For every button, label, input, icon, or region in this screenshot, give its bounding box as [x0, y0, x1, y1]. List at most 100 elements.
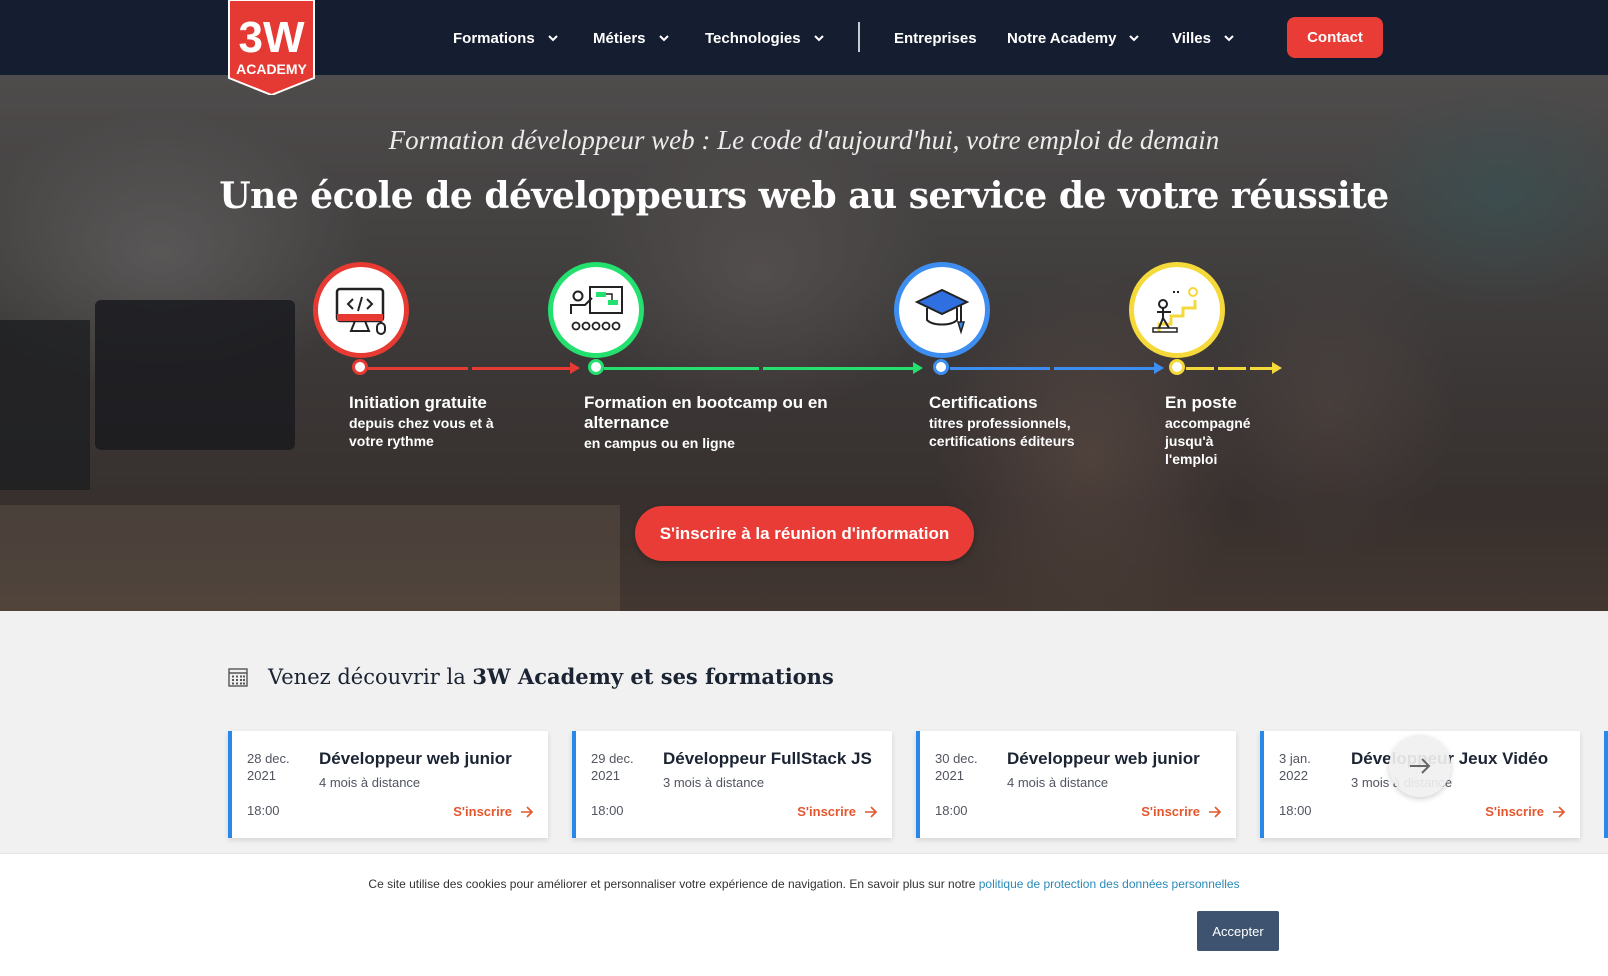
- hero-banner: Formation développeur web : Le code d'au…: [0, 75, 1608, 611]
- nav-technologies[interactable]: Technologies: [705, 27, 825, 49]
- event-title: Développeur web junior: [319, 749, 512, 768]
- nav-technologies-label: Technologies: [705, 29, 801, 47]
- timeline-arrow-icon: [913, 362, 923, 374]
- register-info-meeting-button[interactable]: S'inscrire à la réunion d'information: [635, 506, 974, 561]
- code-monitor-icon: [335, 287, 386, 335]
- arrow-right-icon: [521, 805, 534, 818]
- step-title: Formation en bootcamp ou en alternance: [584, 393, 828, 432]
- step-description: depuis chez vous et à votre rythme: [349, 415, 494, 449]
- step-en-poste-badge: [1129, 262, 1225, 358]
- enroll-link[interactable]: S'inscrire: [797, 804, 878, 819]
- arrow-right-icon: [1553, 805, 1566, 818]
- event-date: 3 jan. 2022: [1279, 751, 1311, 783]
- arrow-right-icon: [1209, 805, 1222, 818]
- step-description: accompagné jusqu'à l'emploi: [1165, 415, 1251, 467]
- event-card[interactable]: 30 dec. 2021 18:00 Développeur web junio…: [916, 731, 1236, 838]
- enroll-label: S'inscrire: [1485, 804, 1544, 819]
- step-description: en campus ou en ligne: [584, 435, 735, 451]
- nav-formations[interactable]: Formations: [453, 27, 559, 49]
- chevron-down-icon: [1129, 35, 1140, 42]
- cookie-banner: Ce site utilise des cookies pour amélior…: [0, 853, 1608, 976]
- chevron-down-icon: [813, 35, 824, 42]
- timeline-segment: [1218, 367, 1246, 370]
- enroll-link[interactable]: S'inscrire: [1141, 804, 1222, 819]
- event-time: 18:00: [591, 803, 624, 818]
- 3w-academy-logo[interactable]: 3W ACADEMY: [228, 0, 315, 95]
- timeline-segment: [763, 367, 913, 370]
- nav-notre-academy-label: Notre Academy: [1007, 29, 1117, 47]
- step-description: titres professionnels, certifications éd…: [929, 415, 1075, 449]
- timeline-dot: [933, 359, 949, 375]
- section-heading-prefix: Venez découvrir la: [268, 665, 473, 689]
- event-date: 29 dec. 2021: [591, 751, 634, 783]
- nav-metiers-label: Métiers: [593, 29, 646, 47]
- nav-notre-academy[interactable]: Notre Academy: [1007, 27, 1140, 49]
- event-title: Développeur web junior: [1007, 749, 1200, 768]
- timeline-segment: [1054, 367, 1154, 370]
- hero-subtitle: Formation développeur web : Le code d'au…: [388, 125, 1220, 155]
- step-certifications-badge: [894, 262, 990, 358]
- timeline-dot: [588, 359, 604, 375]
- cookie-message: Ce site utilise des cookies pour amélior…: [368, 877, 979, 891]
- event-card[interactable]: 28 dec. 2021 18:00 Développeur web junio…: [228, 731, 548, 838]
- chevron-down-icon: [1224, 35, 1234, 42]
- accept-cookies-button[interactable]: Accepter: [1197, 911, 1279, 951]
- step-title: Initiation gratuite: [349, 393, 487, 412]
- nav-entreprises-label: Entreprises: [894, 29, 977, 47]
- top-navbar: 3W ACADEMY Formations Métiers Technologi…: [0, 0, 1608, 95]
- step-initiation-badge: [313, 262, 409, 358]
- nav-entreprises[interactable]: Entreprises: [894, 27, 977, 49]
- chevron-down-icon: [547, 35, 558, 42]
- graduation-cap-icon: [914, 288, 970, 335]
- nav-villes-label: Villes: [1172, 29, 1211, 47]
- contact-button[interactable]: Contact: [1287, 17, 1383, 58]
- event-card[interactable]: 29 dec. 2021 18:00 Développeur FullStack…: [572, 731, 892, 838]
- nav-villes[interactable]: Villes: [1172, 27, 1235, 49]
- event-time: 18:00: [1279, 803, 1312, 818]
- enroll-label: S'inscrire: [797, 804, 856, 819]
- timeline-segment: [368, 367, 468, 370]
- event-duration: 3 mois à distance: [663, 775, 765, 790]
- carousel-next-button[interactable]: [1389, 735, 1451, 797]
- event-duration: 4 mois à distance: [319, 775, 421, 790]
- event-card-partial[interactable]: [1604, 731, 1608, 838]
- step-bootcamp-badge: [548, 262, 644, 358]
- timeline-segment: [1186, 367, 1214, 370]
- arrow-right-icon: [1410, 758, 1431, 774]
- step-title: En poste: [1165, 393, 1237, 412]
- calendar-icon: [228, 668, 248, 687]
- event-time: 18:00: [247, 803, 280, 818]
- event-date: 30 dec. 2021: [935, 751, 978, 783]
- timeline-segment: [604, 367, 759, 370]
- timeline-segment: [950, 367, 1050, 370]
- nav-divider: [858, 22, 860, 52]
- event-date: 28 dec. 2021: [247, 751, 290, 783]
- svg-text:3W: 3W: [239, 13, 305, 62]
- hero-title: Une école de développeurs web au service…: [219, 175, 1389, 217]
- timeline-segment: [1250, 367, 1272, 370]
- timeline-arrow-icon: [1272, 362, 1282, 374]
- timeline-segment: [472, 367, 570, 370]
- timeline-dot: [352, 359, 368, 375]
- cookie-text: Ce site utilise des cookies pour amélior…: [0, 877, 1608, 891]
- enroll-link[interactable]: S'inscrire: [1485, 804, 1566, 819]
- section-heading-bold: 3W Academy et ses formations: [472, 664, 834, 689]
- chevron-down-icon: [658, 35, 669, 42]
- timeline-dot: [1169, 359, 1185, 375]
- timeline-arrow-icon: [570, 362, 580, 374]
- event-duration: 4 mois à distance: [1007, 775, 1109, 790]
- event-title: Développeur FullStack JS: [663, 749, 872, 768]
- enroll-link[interactable]: S'inscrire: [453, 804, 534, 819]
- event-time: 18:00: [935, 803, 968, 818]
- step-title: Certifications: [929, 393, 1038, 412]
- nav-formations-label: Formations: [453, 29, 535, 47]
- privacy-policy-link[interactable]: politique de protection des données pers…: [979, 877, 1240, 891]
- arrow-right-icon: [865, 805, 878, 818]
- career-stairs-icon: [1152, 287, 1198, 333]
- section-heading: Venez découvrir la 3W Academy et ses for…: [268, 664, 834, 689]
- classroom-presentation-icon: [570, 286, 623, 331]
- nav-metiers[interactable]: Métiers: [593, 27, 670, 49]
- svg-text:ACADEMY: ACADEMY: [236, 61, 307, 77]
- timeline-arrow-icon: [1154, 362, 1164, 374]
- enroll-label: S'inscrire: [1141, 804, 1200, 819]
